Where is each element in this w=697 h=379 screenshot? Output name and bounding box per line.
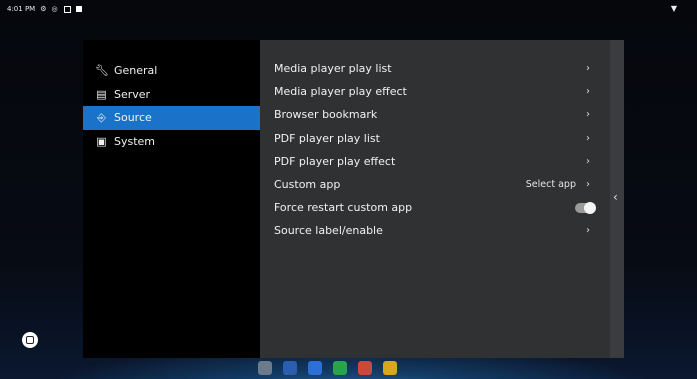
toggle-knob [584,201,596,214]
chevron-right-icon: › [586,179,590,191]
settings-list: Media player play list › Media player pl… [260,40,610,358]
sidebar-item-source[interactable]: ⎆ Source [83,106,260,130]
settings-panel: 🔧︎ General ▤ Server ⎆ Source ▣ System Me… [83,40,624,358]
sidebar-item-label: System [114,134,156,148]
media-app-icon[interactable] [358,361,372,375]
browser-icon[interactable] [383,361,397,375]
row-label: Browser bookmark [274,108,378,122]
home-icon [26,336,34,344]
app-icon[interactable] [258,361,272,375]
row-label: Media player play effect [274,85,407,99]
row-label: Source label/enable [274,224,383,238]
chevron-right-icon: › [586,86,590,98]
row-force-restart-custom-app[interactable]: Force restart custom app [260,196,610,219]
row-pdf-player-play-list[interactable]: PDF player play list › [260,127,610,150]
sidebar-item-label: Source [114,111,152,125]
row-value: Select app [525,179,576,191]
chevron-right-icon: › [586,132,590,144]
row-label: Custom app [274,178,341,192]
row-source-label-enable[interactable]: Source label/enable › [260,219,610,242]
chevron-left-icon[interactable]: ‹ [613,190,618,204]
chevron-right-icon: › [586,155,590,167]
chevron-right-icon: › [586,63,590,75]
screenshot-icon [63,5,71,13]
row-browser-bookmark[interactable]: Browser bookmark › [260,103,610,126]
force-restart-toggle[interactable] [575,201,596,214]
side-drawer-edge: ‹ [610,40,624,358]
wrench-icon: 🔧︎ [95,64,109,78]
sidebar-item-label: Server [114,87,151,101]
settings-gear-icon: ⚙ [40,4,47,13]
server-icon: ▤ [96,87,107,101]
folder-icon[interactable] [283,361,297,375]
settings-icon[interactable] [308,361,322,375]
play-store-icon[interactable] [333,361,347,375]
row-label: PDF player play list [274,131,380,145]
sidebar-nav: 🔧︎ General ▤ Server ⎆ Source ▣ System [83,40,260,358]
notification-icon [75,6,82,12]
input-source-icon: ⎆ [97,110,106,124]
sidebar-item-system[interactable]: ▣ System [83,130,260,154]
sidebar-item-label: General [114,64,158,78]
row-label: Media player play list [274,62,392,76]
app-dock [258,359,458,377]
row-custom-app[interactable]: Custom app Select app › [260,173,610,196]
chevron-right-icon: › [586,109,590,121]
row-media-player-play-effect[interactable]: Media player play effect › [260,80,610,103]
sidebar-item-server[interactable]: ▤ Server [83,83,260,107]
wifi-icon: ▼ [670,4,677,13]
chevron-right-icon: › [586,225,590,237]
status-bar: 4:01 PM ⚙ ◎ ▼ [0,0,697,18]
system-icon: ▣ [96,134,107,148]
status-time: 4:01 PM [7,5,36,13]
home-button[interactable] [22,332,38,348]
row-label: PDF player play effect [274,154,396,168]
row-label: Force restart custom app [274,201,413,215]
sidebar-item-general[interactable]: 🔧︎ General [83,59,260,83]
row-pdf-player-play-effect[interactable]: PDF player play effect › [260,150,610,173]
row-media-player-play-list[interactable]: Media player play list › [260,57,610,80]
location-icon: ◎ [51,4,58,13]
